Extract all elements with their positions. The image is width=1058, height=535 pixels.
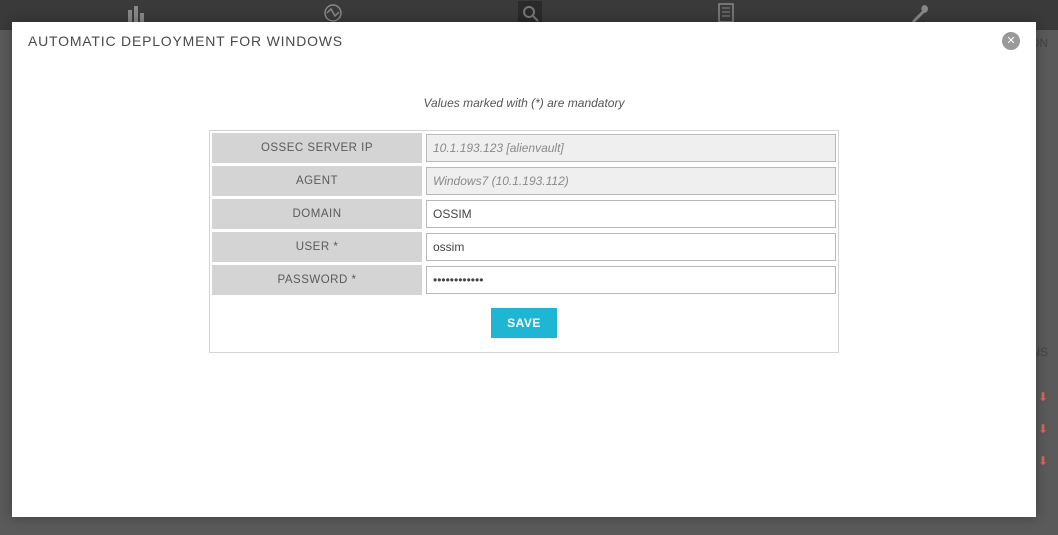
row-domain: DOMAIN: [212, 199, 836, 229]
modal-body: Values marked with (*) are mandatory OSS…: [12, 56, 1036, 353]
mandatory-note: Values marked with (*) are mandatory: [424, 96, 625, 110]
close-button[interactable]: ✕: [1002, 32, 1020, 50]
row-password: PASSWORD *: [212, 265, 836, 295]
row-user: USER *: [212, 232, 836, 262]
label-domain: DOMAIN: [212, 199, 422, 229]
save-button[interactable]: SAVE: [491, 308, 557, 338]
user-input[interactable]: [426, 233, 836, 261]
label-ossec-server-ip: OSSEC SERVER IP: [212, 133, 422, 163]
row-ossec-server-ip: OSSEC SERVER IP: [212, 133, 836, 163]
label-password: PASSWORD *: [212, 265, 422, 295]
deployment-modal: AUTOMATIC DEPLOYMENT FOR WINDOWS ✕ Value…: [12, 22, 1036, 517]
modal-title: AUTOMATIC DEPLOYMENT FOR WINDOWS: [28, 33, 343, 49]
agent-field: [426, 167, 836, 195]
status-mark-icon: ⬇: [1038, 454, 1048, 468]
form-container: OSSEC SERVER IP AGENT DOMAIN USER *: [209, 130, 839, 353]
password-input[interactable]: [426, 266, 836, 294]
label-user: USER *: [212, 232, 422, 262]
ossec-server-ip-field: [426, 134, 836, 162]
domain-input[interactable]: [426, 200, 836, 228]
modal-header: AUTOMATIC DEPLOYMENT FOR WINDOWS ✕: [12, 22, 1036, 56]
status-mark-icon: ⬇: [1038, 422, 1048, 436]
status-mark-icon: ⬇: [1038, 390, 1048, 404]
close-icon: ✕: [1006, 36, 1015, 47]
row-agent: AGENT: [212, 166, 836, 196]
label-agent: AGENT: [212, 166, 422, 196]
